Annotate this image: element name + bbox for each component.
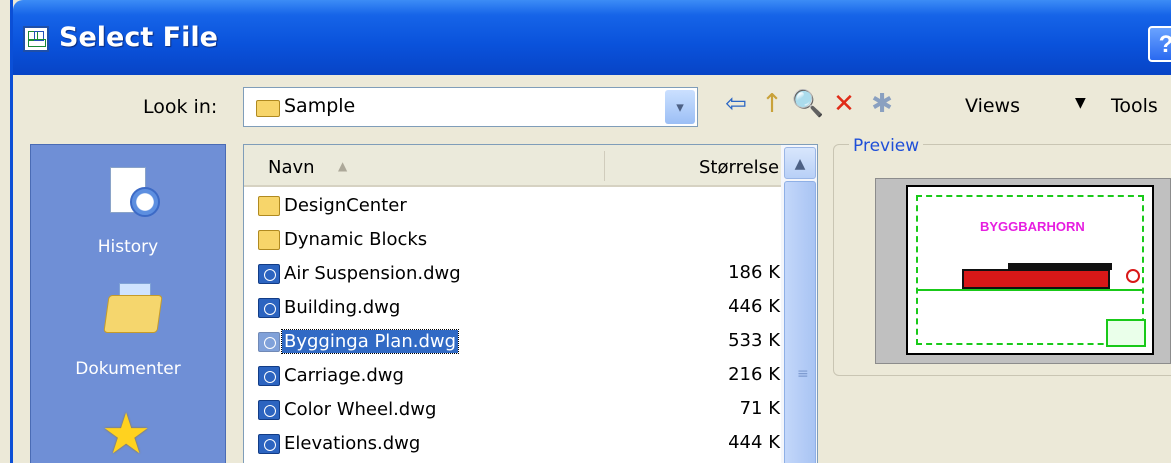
column-divider[interactable] [604,151,605,181]
sort-ascending-icon: ▲ [338,159,348,173]
building-drawing [962,269,1110,289]
file-size: 186 K [728,262,780,283]
views-menu[interactable]: Views [965,95,1020,117]
file-name: Color Wheel.dwg [284,399,437,420]
preview-label: Preview [849,136,924,156]
chevron-down-icon[interactable]: ▾ [665,90,695,124]
file-size: 444 K [728,432,780,453]
tools-menu[interactable]: Tools [1111,95,1158,117]
folder-up-icon[interactable]: ↑ [755,87,789,121]
column-header-name[interactable]: Navn [268,157,315,178]
dwg-file-icon [258,298,280,318]
folder-icon [258,196,280,216]
file-row[interactable]: Carriage.dwg 216 K [244,359,782,393]
new-folder-icon[interactable]: ✱ [865,87,899,121]
scroll-thumb[interactable]: ≡ [784,181,816,463]
file-size: 533 K [728,330,780,351]
file-size: 446 K [728,296,780,317]
drawing-sheet: BYGGBARHORN [906,185,1154,355]
file-size: 71 K [739,398,780,419]
dwg-file-icon [258,366,280,386]
favorites-star-icon[interactable]: ★ [101,407,151,463]
vertical-scrollbar[interactable]: ▲ ≡ [781,145,817,463]
folder-icon [256,100,280,117]
dwg-file-icon [258,434,280,454]
places-item-history[interactable]: History [31,237,225,257]
file-row[interactable]: DesignCenter [244,189,782,223]
search-icon[interactable]: 🔍 [791,87,825,121]
folder-icon [258,230,280,250]
column-header-size[interactable]: Størrelse [699,157,784,178]
file-list[interactable]: Navn ▲ Størrelse DesignCenter Dynamic Blo… [243,144,818,463]
file-row[interactable]: Color Wheel.dwg 71 K [244,393,782,427]
app-icon [23,26,49,52]
back-arrow-icon[interactable]: ⇦ [719,87,753,121]
views-arrow-icon[interactable]: ▼ [1075,95,1086,111]
preview-image: BYGGBARHORN [875,178,1171,364]
file-name: Bygginga Plan.dwg [280,329,460,354]
file-name: Air Suspension.dwg [284,263,461,284]
file-row[interactable]: Elevations.dwg 444 K [244,427,782,461]
file-row[interactable]: Dynamic Blocks [244,223,782,257]
file-name: Carriage.dwg [284,365,404,386]
look-in-value: Sample [284,95,356,117]
file-row[interactable]: Air Suspension.dwg 186 K [244,257,782,291]
dwg-file-icon [258,332,280,352]
look-in-dropdown[interactable]: Sample ▾ [243,87,698,127]
dwg-file-icon [258,400,280,420]
file-row[interactable]: Bygginga Plan.dwg 533 K [244,325,782,359]
select-file-dialog: Select File ? Look in: Sample ▾ ⇦ ↑ 🔍 ✕ … [10,0,1171,463]
file-name: Building.dwg [284,297,401,318]
column-header: Navn ▲ Størrelse [244,145,782,187]
file-size: 216 K [728,364,780,385]
help-button[interactable]: ? [1148,26,1171,62]
file-name: Elevations.dwg [284,433,421,454]
delete-icon[interactable]: ✕ [827,87,861,121]
places-item-dokumenter[interactable]: Dokumenter [31,359,225,379]
look-in-label: Look in: [143,96,218,118]
places-bar: History Dokumenter ★ [30,144,226,463]
dwg-file-icon [258,264,280,284]
window-title: Select File [59,22,218,53]
file-name: DesignCenter [284,195,407,216]
title-block [1106,319,1146,347]
tree-symbol [1126,269,1140,283]
drawing-title: BYGGBARHORN [980,219,1085,234]
title-bar[interactable]: Select File ? [13,0,1171,75]
file-row[interactable]: Building.dwg 446 K [244,291,782,325]
documents-folder-icon[interactable] [103,295,163,333]
file-name: Dynamic Blocks [284,229,428,250]
scroll-up-button[interactable]: ▲ [784,147,816,179]
scroll-grip-icon: ≡ [797,366,809,382]
clock-icon [130,187,160,217]
